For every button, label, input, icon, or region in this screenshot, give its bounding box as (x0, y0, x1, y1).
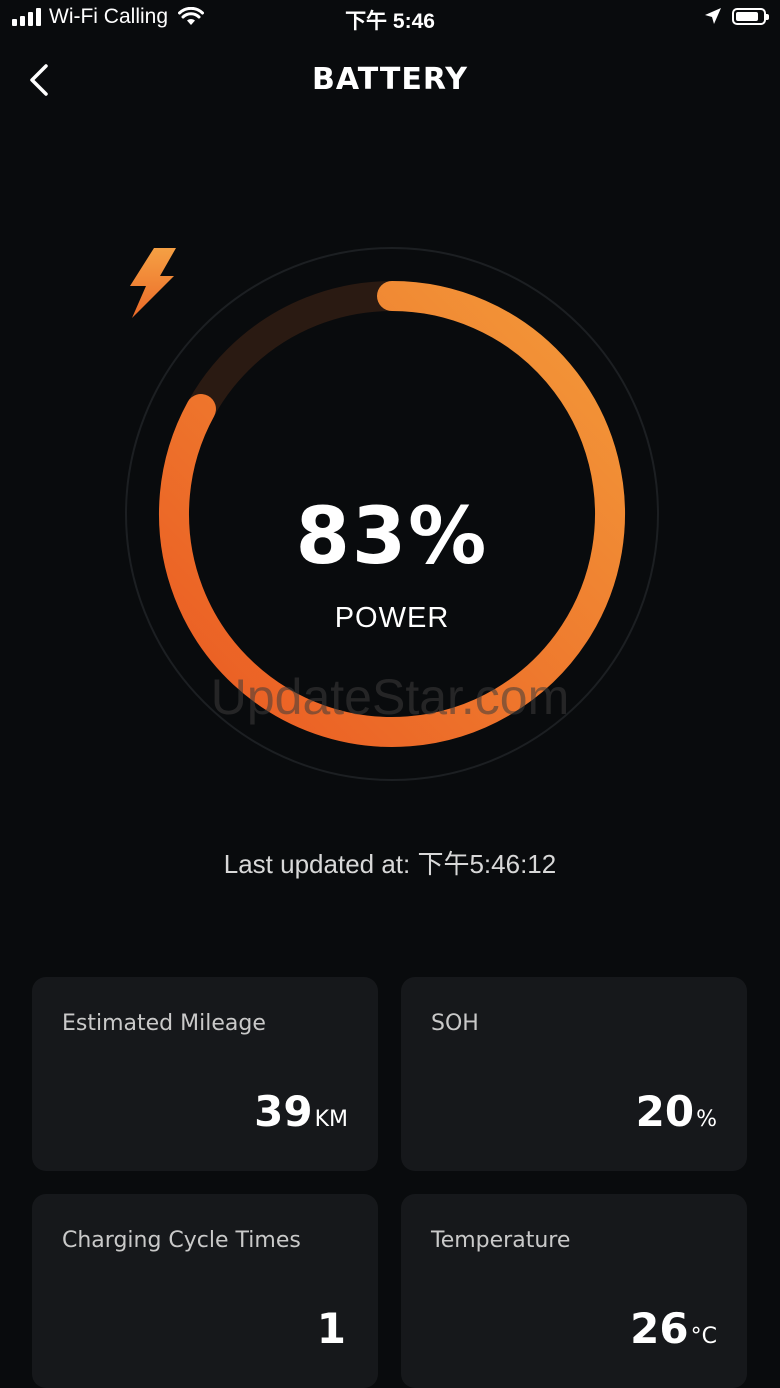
battery-status-icon (732, 7, 769, 25)
card-number: 39 (254, 1087, 313, 1136)
page-title: BATTERY (311, 62, 469, 97)
card-charging-cycle-times: Charging Cycle Times 1 (32, 1194, 378, 1388)
card-value: 39 KM (254, 1087, 348, 1136)
power-label: POWER (334, 602, 450, 634)
status-right (704, 7, 769, 25)
card-unit: °C (690, 1324, 717, 1349)
card-label: SOH (431, 1011, 479, 1036)
card-number: 20 (635, 1087, 695, 1136)
lightning-bolt-icon (130, 248, 176, 318)
watermark: UpdateStar.com (210, 669, 570, 725)
status-time: 下午 5:46 (345, 10, 435, 33)
card-value: 1 (317, 1304, 348, 1353)
card-unit: KM (314, 1107, 348, 1132)
card-estimated-mileage: Estimated Mileage 39 KM (32, 977, 378, 1171)
card-temperature: Temperature 26 °C (401, 1194, 747, 1388)
location-arrow-icon (705, 8, 721, 24)
card-number: 1 (316, 1304, 346, 1353)
card-label: Estimated Mileage (62, 1011, 266, 1036)
status-bar: Wi-Fi Calling 下午 5:46 (0, 0, 780, 40)
card-number: 26 (630, 1304, 689, 1353)
card-label: Charging Cycle Times (62, 1228, 301, 1253)
battery-percent: 83% (295, 492, 489, 582)
card-label: Temperature (431, 1228, 571, 1253)
card-value: 20 % (636, 1087, 717, 1136)
card-unit: % (696, 1107, 717, 1132)
nav-header: BATTERY (0, 52, 780, 108)
card-value: 26 °C (630, 1304, 717, 1353)
last-updated-text: Last updated at: 下午5:46:12 (223, 849, 557, 879)
card-soh: SOH 20 % (401, 977, 747, 1171)
